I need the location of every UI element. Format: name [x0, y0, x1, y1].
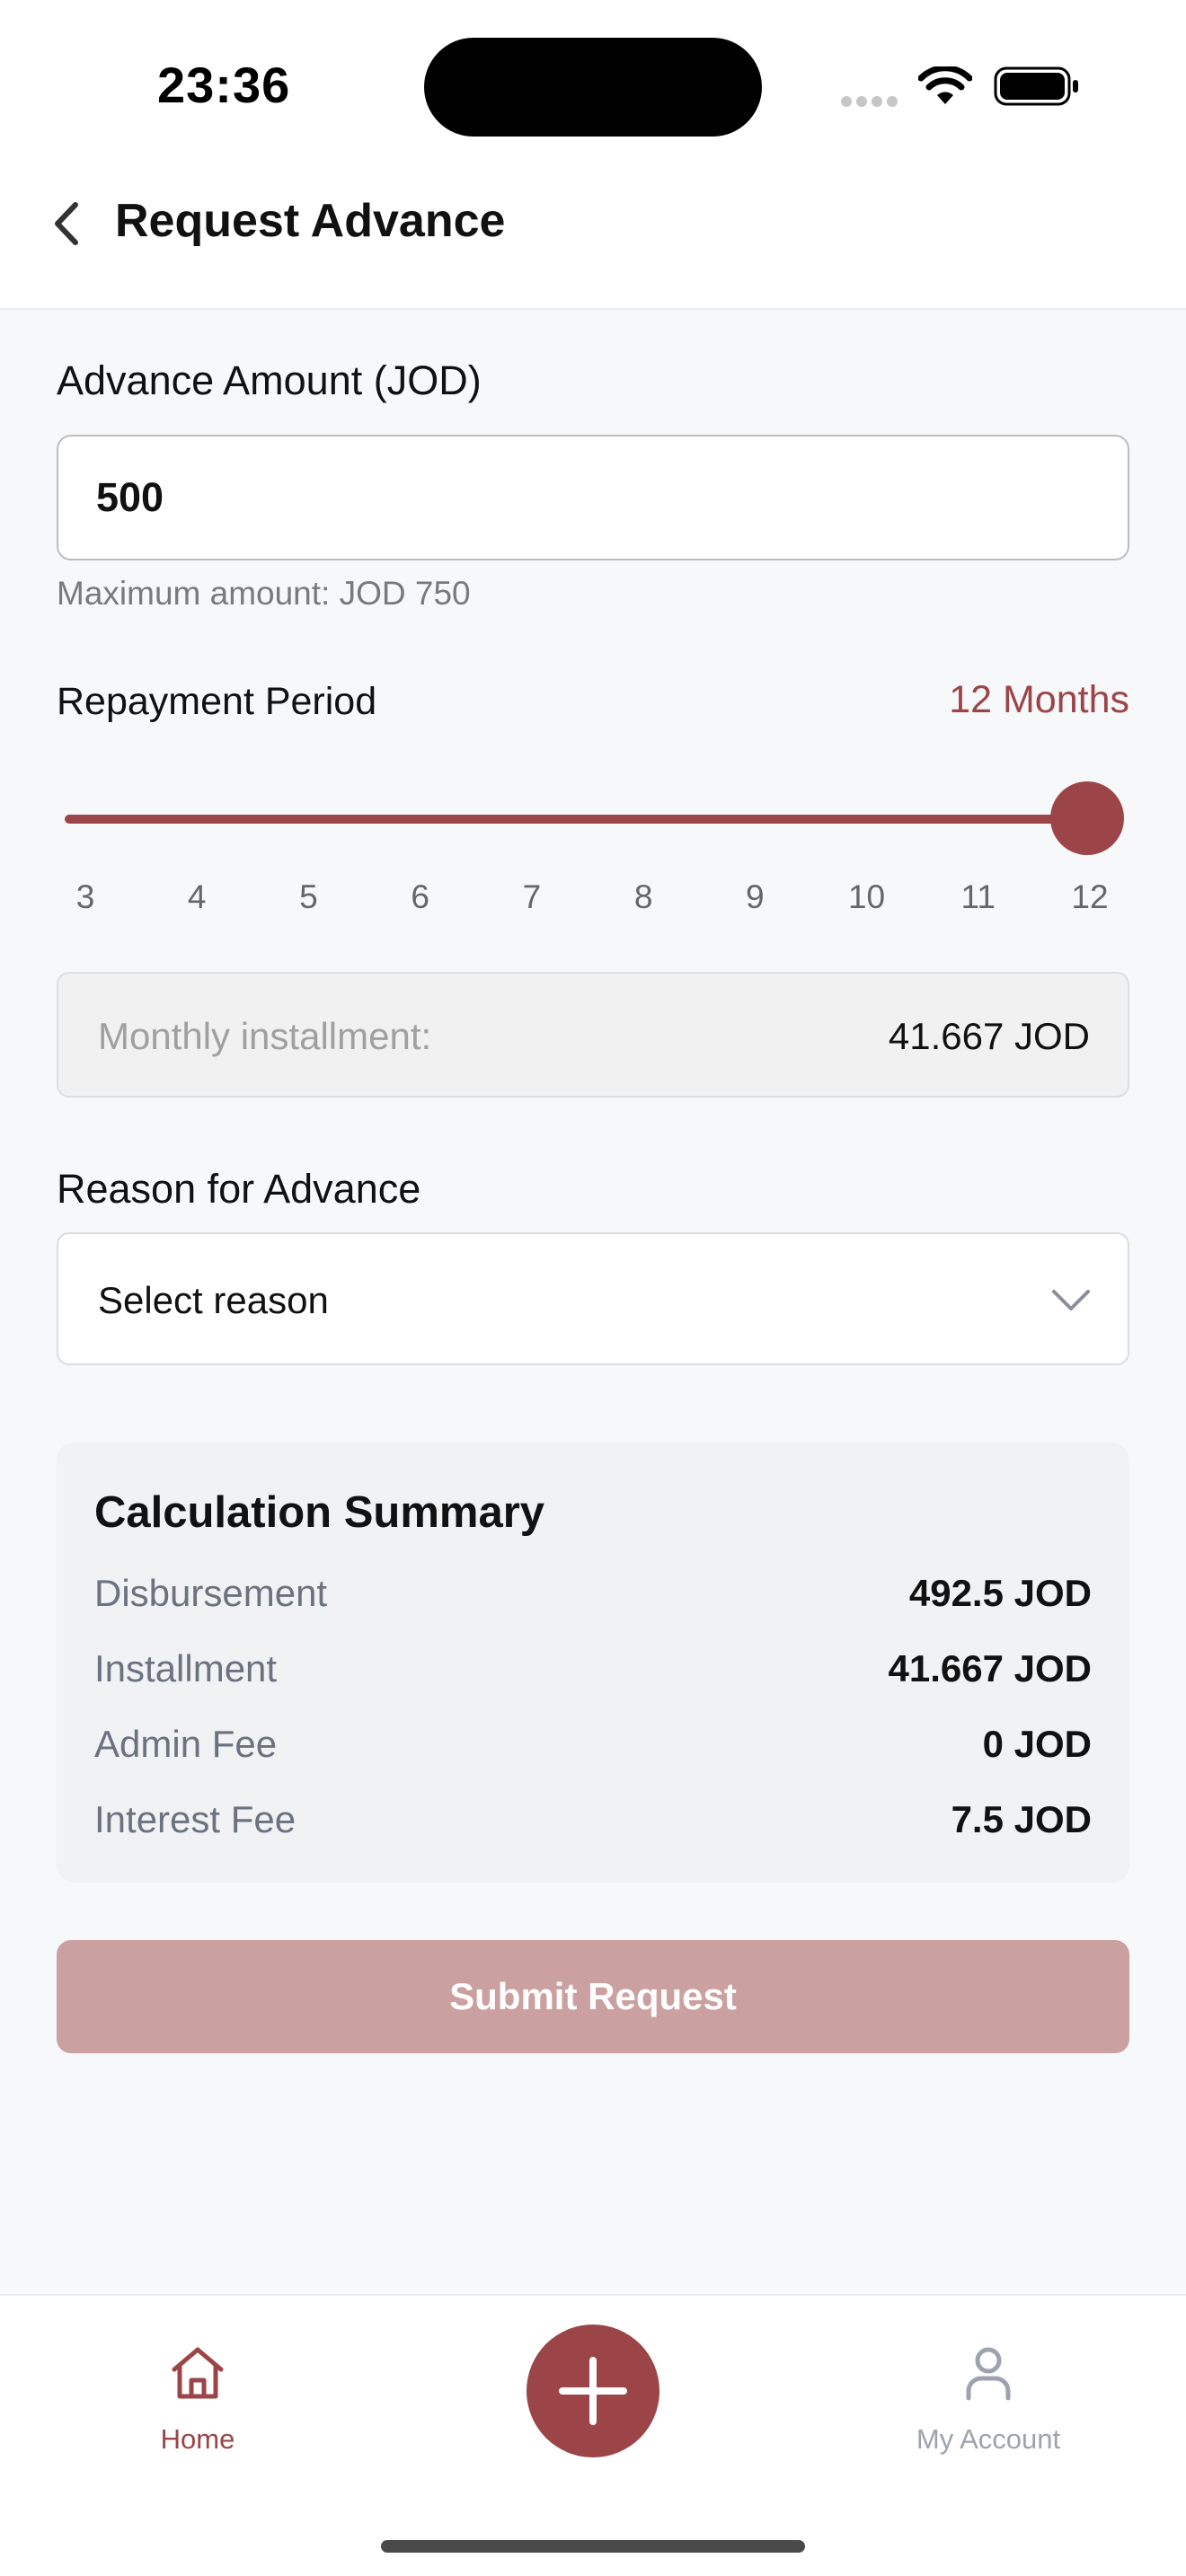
nav-home-label: Home	[160, 2423, 235, 2455]
slider-tick-label: 4	[187, 878, 207, 915]
summary-row-installment: Installment 41.667 JOD	[94, 1647, 1092, 1698]
summary-row-value: 41.667 JOD	[888, 1647, 1093, 1689]
nav-account-label: My Account	[916, 2423, 1061, 2455]
summary-row-value: 492.5 JOD	[908, 1572, 1092, 1614]
summary-row-label: Installment	[94, 1647, 278, 1689]
summary-row-admin-fee: Admin Fee 0 JOD	[94, 1723, 1092, 1773]
monthly-installment-value: 41.667 JOD	[888, 1015, 1090, 1057]
slider-tick-label: 5	[299, 878, 318, 915]
repayment-slider-thumb[interactable]	[1050, 781, 1124, 855]
summary-row-label: Admin Fee	[94, 1723, 278, 1765]
monthly-installment-label: Monthly installment:	[98, 1015, 432, 1057]
summary-row-value: 0 JOD	[982, 1723, 1092, 1765]
app-header: Request Advance	[0, 171, 1186, 310]
home-indicator	[381, 2540, 805, 2553]
submit-request-button[interactable]: Submit Request	[57, 1940, 1129, 2053]
monthly-installment-box: Monthly installment: 41.667 JOD	[57, 972, 1129, 1098]
repayment-label: Repayment Period	[57, 680, 377, 723]
summary-title: Calculation Summary	[94, 1488, 545, 1537]
signal-icon	[841, 95, 902, 111]
home-icon	[172, 2347, 224, 2399]
summary-row-value: 7.5 JOD	[951, 1798, 1092, 1840]
repayment-selected-value: 12 Months	[949, 678, 1129, 721]
reason-select-placeholder: Select reason	[98, 1279, 329, 1321]
repayment-slider-ticks: 3 4 5 6 7 8 9 10 11 12	[0, 878, 1186, 923]
repayment-slider-track[interactable]	[65, 815, 1116, 824]
slider-tick-label: 3	[75, 878, 95, 915]
summary-row-label: Disbursement	[94, 1572, 328, 1614]
slider-tick-label: 9	[746, 878, 765, 915]
nav-my-account[interactable]: My Account	[872, 2342, 1105, 2456]
status-bar: 23:36	[0, 0, 1186, 171]
status-icons	[836, 63, 1087, 110]
plus-icon	[559, 2357, 627, 2425]
add-button[interactable]	[527, 2325, 659, 2457]
reason-select[interactable]: Select reason	[57, 1232, 1129, 1365]
status-time: 23:36	[157, 57, 291, 113]
wifi-icon	[918, 66, 972, 104]
summary-row-label: Interest Fee	[94, 1798, 296, 1840]
slider-tick-label: 11	[960, 878, 996, 915]
slider-tick-label: 12	[1071, 878, 1109, 915]
slider-tick-label: 6	[411, 878, 429, 915]
summary-row-interest-fee: Interest Fee 7.5 JOD	[94, 1798, 1092, 1848]
bottom-navigation: Home My Account	[0, 2294, 1186, 2576]
user-icon	[966, 2347, 1011, 2401]
dynamic-island	[424, 38, 762, 137]
max-amount-hint: Maximum amount: JOD 750	[57, 575, 471, 612]
slider-tick-label: 8	[633, 878, 653, 915]
reason-label: Reason for Advance	[57, 1166, 421, 1212]
chevron-down-icon	[1052, 1290, 1090, 1310]
nav-home[interactable]: Home	[81, 2342, 314, 2456]
chevron-left-icon	[55, 202, 78, 245]
amount-label: Advance Amount (JOD)	[57, 357, 482, 403]
slider-tick-label: 10	[847, 878, 886, 915]
summary-row-disbursement: Disbursement 492.5 JOD	[94, 1572, 1092, 1622]
battery-icon	[994, 66, 1078, 106]
amount-input[interactable]: 500	[57, 435, 1129, 560]
calculation-summary: Calculation Summary Disbursement 492.5 J…	[57, 1442, 1129, 1883]
page-title: Request Advance	[115, 195, 506, 247]
back-button[interactable]	[40, 192, 93, 255]
slider-tick-label: 7	[522, 878, 542, 915]
